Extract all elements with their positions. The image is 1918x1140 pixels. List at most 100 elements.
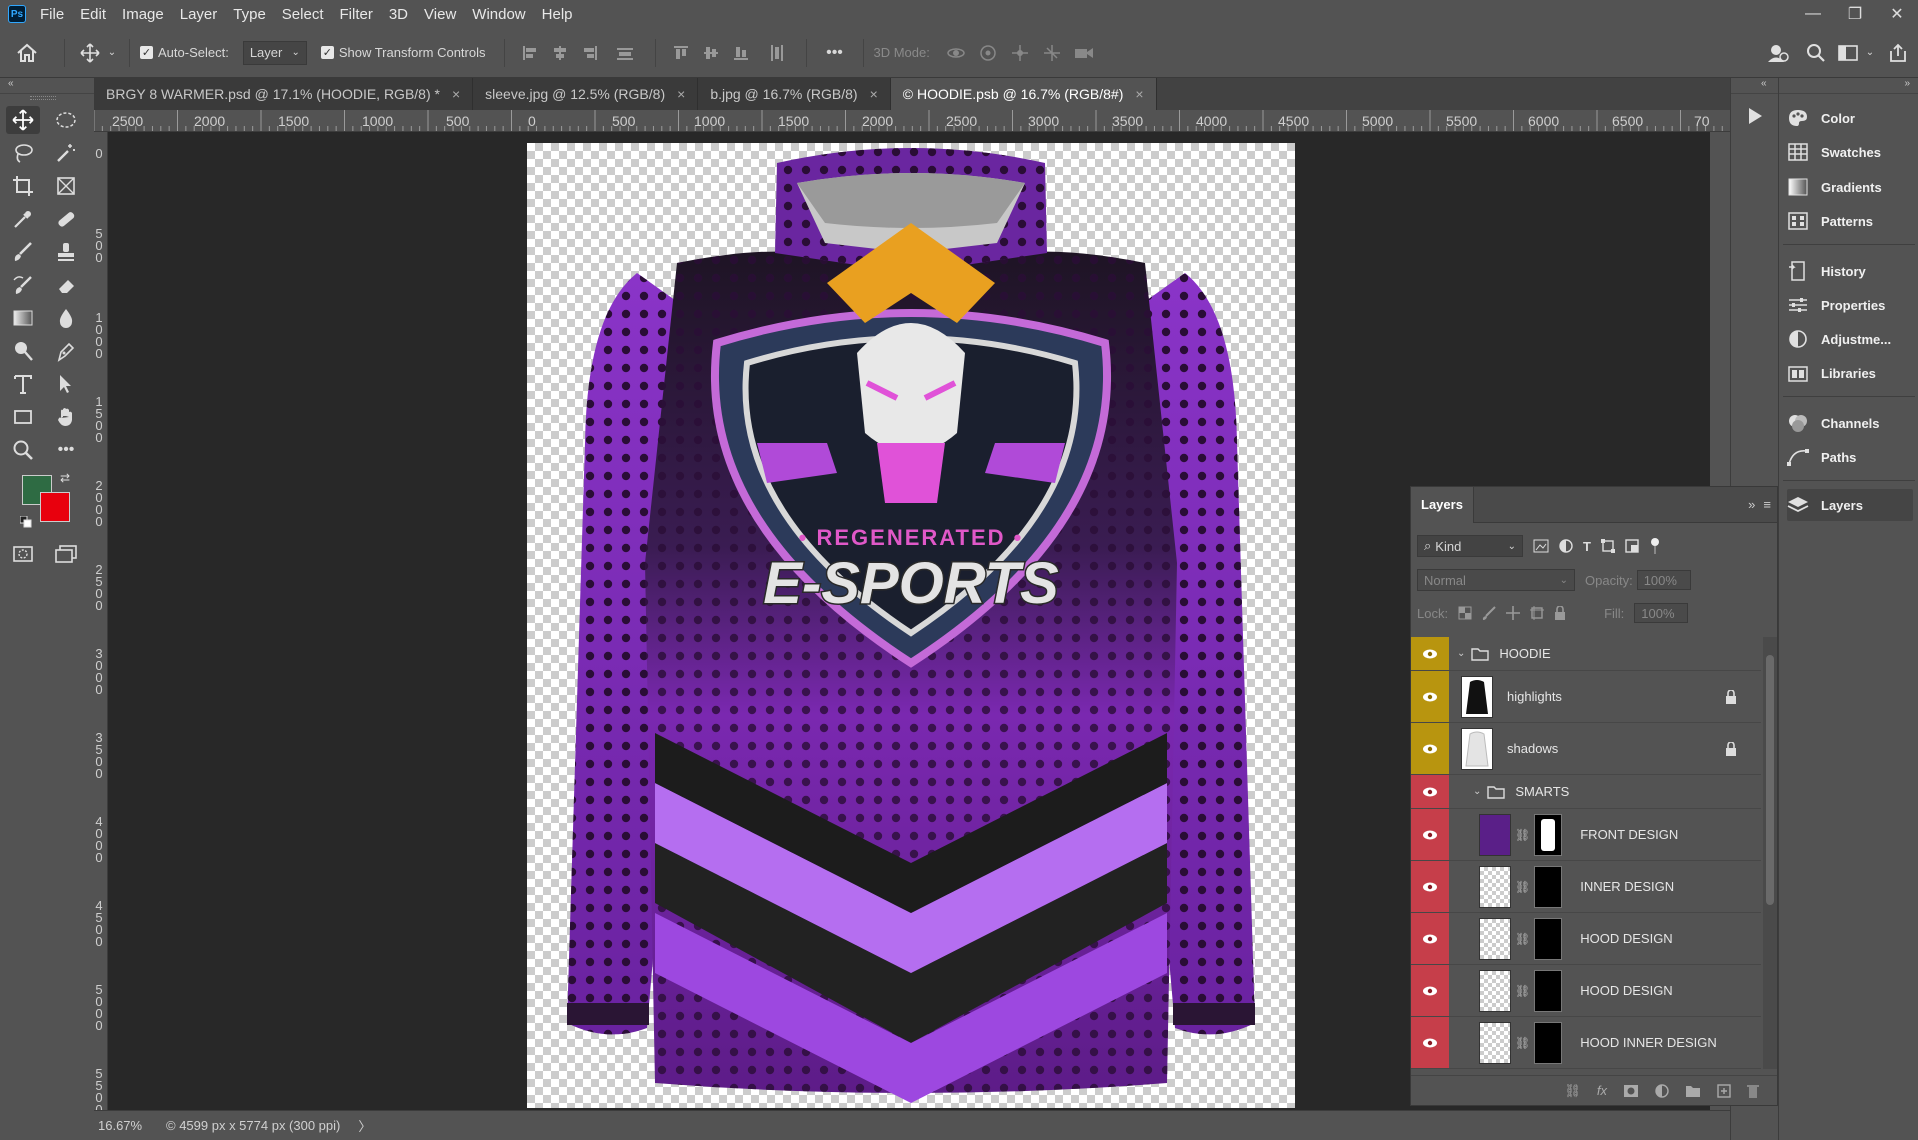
workspace-chevron-icon[interactable]: ⌄ <box>1862 47 1878 58</box>
layers-panel-tab[interactable]: Layers <box>1411 486 1474 523</box>
layer-row-shadows[interactable]: shadows <box>1411 723 1761 775</box>
visibility-eye-icon[interactable] <box>1411 637 1449 670</box>
visibility-eye-icon[interactable] <box>1411 965 1449 1016</box>
zoom-tool-icon[interactable] <box>6 436 40 464</box>
eraser-tool-icon[interactable] <box>49 271 83 299</box>
layer-mask-thumbnail[interactable] <box>1534 865 1563 908</box>
menu-file[interactable]: File <box>40 6 64 23</box>
align-right-icon[interactable] <box>575 45 605 61</box>
panel-history[interactable]: History <box>1787 255 1913 287</box>
eyedropper-icon[interactable] <box>6 205 40 233</box>
share-export-icon[interactable] <box>1878 43 1918 63</box>
panel-patterns[interactable]: Patterns <box>1787 205 1913 237</box>
restore-icon[interactable]: ❐ <box>1834 0 1876 28</box>
path-selection-icon[interactable] <box>49 370 83 398</box>
menu-3d[interactable]: 3D <box>389 6 408 23</box>
menu-window[interactable]: Window <box>472 6 525 23</box>
default-colors-icon[interactable] <box>20 516 32 528</box>
adjustment-layer-icon[interactable] <box>1655 1083 1669 1098</box>
align-middle-icon[interactable] <box>696 45 726 61</box>
tab-hoodie-psb[interactable]: © HOODIE.psb @ 16.7% (RGB/8#) × <box>890 78 1157 110</box>
magic-wand-icon[interactable] <box>49 139 83 167</box>
move-tool-icon[interactable] <box>75 42 105 63</box>
layer-mask-thumbnail[interactable] <box>1534 813 1563 856</box>
menu-edit[interactable]: Edit <box>80 6 106 23</box>
home-icon[interactable] <box>0 33 54 73</box>
swap-colors-icon[interactable]: ⇄ <box>60 471 70 485</box>
toolbox-collapse[interactable]: « <box>0 78 94 94</box>
filter-smart-object-icon[interactable] <box>1625 539 1639 553</box>
status-menu-arrow[interactable]: 〉 <box>358 1116 371 1135</box>
panel-layers[interactable]: Layers <box>1787 489 1913 521</box>
lock-transparent-icon[interactable] <box>1458 606 1472 620</box>
minimize-icon[interactable]: — <box>1792 0 1834 28</box>
screen-mode-icon[interactable] <box>49 540 83 568</box>
layer-row-hood-design-2[interactable]: ⛓ HOOD DESIGN <box>1411 965 1761 1017</box>
visibility-eye-icon[interactable] <box>1411 723 1449 774</box>
hand-tool-icon[interactable] <box>49 403 83 431</box>
fill-input[interactable]: 100% <box>1634 603 1689 623</box>
layer-mask-thumbnail[interactable] <box>1534 917 1563 960</box>
delete-layer-icon[interactable] <box>1747 1084 1759 1098</box>
filter-shape-icon[interactable] <box>1600 539 1615 553</box>
close-tab-icon[interactable]: × <box>677 86 685 102</box>
layer-mask-thumbnail[interactable] <box>1534 969 1563 1012</box>
link-layers-icon[interactable]: ⛓ <box>1564 1083 1581 1099</box>
layer-row-front-design[interactable]: ⛓ FRONT DESIGN <box>1411 809 1761 861</box>
healing-brush-icon[interactable] <box>49 205 83 233</box>
visibility-eye-icon[interactable] <box>1411 1017 1449 1068</box>
panel-paths[interactable]: Paths <box>1787 441 1913 473</box>
group-expand-chevron-icon[interactable]: ⌄ <box>1457 648 1465 659</box>
new-group-icon[interactable] <box>1685 1084 1701 1098</box>
panel-adjustments[interactable]: Adjustme... <box>1787 323 1913 355</box>
layer-row-highlights[interactable]: highlights <box>1411 671 1761 723</box>
pen-tool-icon[interactable] <box>49 337 83 365</box>
new-layer-icon[interactable] <box>1717 1083 1731 1098</box>
filter-pixel-icon[interactable] <box>1533 539 1549 553</box>
move-tool-icon[interactable] <box>6 106 40 134</box>
visibility-eye-icon[interactable] <box>1411 809 1449 860</box>
menu-select[interactable]: Select <box>282 6 324 23</box>
dock-expand-icon[interactable]: » <box>1779 78 1918 94</box>
lock-position-icon[interactable] <box>1506 606 1521 620</box>
link-chain-icon[interactable]: ⛓ <box>1515 1036 1530 1050</box>
type-tool-icon[interactable] <box>6 370 40 398</box>
dock-collapse-icon[interactable]: « <box>1731 78 1778 94</box>
lock-artboard-icon[interactable] <box>1530 606 1545 620</box>
panel-libraries[interactable]: Libraries <box>1787 357 1913 389</box>
close-icon[interactable]: ✕ <box>1876 0 1918 28</box>
link-chain-icon[interactable]: ⛓ <box>1515 880 1530 894</box>
align-center-icon[interactable] <box>545 45 575 61</box>
menu-image[interactable]: Image <box>122 6 164 23</box>
3d-roll-icon[interactable] <box>972 44 1004 62</box>
3d-pan-icon[interactable] <box>1004 44 1036 62</box>
distribute-icon[interactable] <box>605 45 645 61</box>
distribute-vertical-icon[interactable] <box>756 44 796 62</box>
lock-all-icon[interactable] <box>1554 606 1566 620</box>
close-tab-icon[interactable]: × <box>1135 86 1143 102</box>
visibility-eye-icon[interactable] <box>1411 775 1449 808</box>
tab-brgy-warmer[interactable]: BRGY 8 WARMER.psd @ 17.1% (HOODIE, RGB/8… <box>94 78 474 110</box>
link-chain-icon[interactable]: ⛓ <box>1515 984 1530 998</box>
layer-mask-thumbnail[interactable] <box>1534 1021 1563 1064</box>
menu-help[interactable]: Help <box>542 6 573 23</box>
search-icon[interactable] <box>1798 43 1834 63</box>
share-user-icon[interactable] <box>1758 42 1798 64</box>
panel-menu-icon[interactable]: ≡ <box>1763 497 1771 512</box>
layer-row-hood-inner-design[interactable]: ⛓ HOOD INNER DESIGN <box>1411 1017 1761 1069</box>
panel-collapse-icon[interactable]: » <box>1748 497 1755 512</box>
3d-slide-icon[interactable] <box>1036 44 1068 62</box>
layer-style-fx-icon[interactable]: fx <box>1597 1083 1607 1098</box>
visibility-eye-icon[interactable] <box>1411 671 1449 722</box>
history-brush-icon[interactable] <box>6 271 40 299</box>
menu-filter[interactable]: Filter <box>340 6 373 23</box>
menu-type[interactable]: Type <box>233 6 266 23</box>
close-tab-icon[interactable]: × <box>452 86 460 102</box>
clone-stamp-icon[interactable] <box>49 238 83 266</box>
menu-view[interactable]: View <box>424 6 456 23</box>
crop-tool-icon[interactable] <box>6 172 40 200</box>
layer-filter-kind[interactable]: ⌕ Kind ⌄ <box>1417 535 1523 557</box>
link-chain-icon[interactable]: ⛓ <box>1515 828 1530 842</box>
layer-row-hoodie-group[interactable]: ⌄ HOODIE <box>1411 637 1761 671</box>
layer-row-hood-design[interactable]: ⛓ HOOD DESIGN <box>1411 913 1761 965</box>
